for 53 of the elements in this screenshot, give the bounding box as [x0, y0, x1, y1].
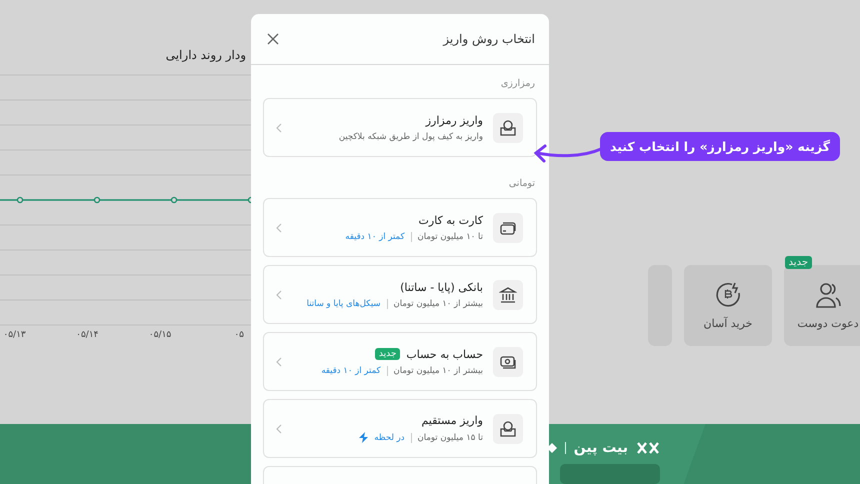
- method-card[interactable]: بانکی (پایا - ساتنا) بیشتر از ۱۰ میلیون تومان سیکل‌های پایا و ساتنا: [263, 265, 537, 324]
- inbox-coin-icon: [499, 420, 517, 438]
- action-label: خرید آسان: [704, 317, 752, 330]
- data-point: [94, 196, 100, 204]
- data-point: [16, 196, 24, 204]
- instruction-callout: گزینه «واریز رمزارز» را انتخاب کنید: [600, 132, 840, 161]
- axis-label: ۰۵: [233, 330, 244, 342]
- method-card[interactable]: حساب به حساب جدید بیشتر از ۱۰ میلیون تومان کمتر از ۱۰ دقیقه: [263, 332, 537, 391]
- people-icon: [814, 281, 842, 309]
- inbox-coin-icon: [499, 118, 517, 136]
- method-limit: بیشتر از ۱۰ میلیون تومان: [394, 298, 483, 308]
- method-card[interactable]: کارت به کارت تا ۱۰ میلیون تومان کمتر از ۱۰ دقیقه: [263, 198, 537, 257]
- action-card[interactable]: خرید آسان: [684, 265, 772, 346]
- method-title: واریز مستقیم: [421, 414, 483, 427]
- data-point: [170, 196, 178, 204]
- action-card[interactable]: دعوت دوست: [784, 265, 860, 346]
- bank-icon: [499, 286, 517, 304]
- section-heading: رمزارزی: [500, 78, 535, 89]
- close-icon[interactable]: [267, 33, 279, 45]
- method-speed: کمتر از ۱۰ دقیقه: [321, 366, 381, 376]
- method-title: حساب به حساب: [406, 348, 483, 360]
- method-speed: کمتر از ۱۰ دقیقه: [345, 232, 404, 242]
- chart-title: ودار روند دارایی: [166, 48, 246, 64]
- section-heading: تومانی: [508, 178, 535, 189]
- chevron-icon: [276, 122, 282, 132]
- method-title: بانکی (پایا - ساتنا): [400, 280, 483, 294]
- axis-label: ۰۵/۱۵: [148, 330, 172, 342]
- chevron-icon: [276, 290, 282, 300]
- method-title: کارت به کارت: [418, 214, 483, 226]
- action-label: دعوت دوست: [797, 317, 859, 330]
- method-limit: تا ۱۵ میلیون تومان: [418, 432, 483, 442]
- pointer-arrow: [533, 143, 603, 165]
- bitcoin-icon: [714, 281, 742, 309]
- lightning-icon: [359, 432, 368, 443]
- dialog-title: انتخاب روش واریز: [443, 32, 535, 46]
- chevron-icon: [276, 222, 282, 232]
- new-badge: جدید: [374, 348, 400, 360]
- chevron-icon: [276, 356, 282, 366]
- method-title: واریز رمزارز: [426, 114, 483, 126]
- method-card[interactable]: واریز رمزارز واریز به کیف پول از طریق شبکه بلاکچین: [263, 98, 537, 157]
- axis-label: ۰۵/۱۴: [75, 330, 98, 342]
- method-description: واریز به کیف پول از طریق شبکه بلاکچین: [338, 132, 483, 142]
- method-card[interactable]: واریز مستقیم تا ۱۵ میلیون تومان در لحظه: [263, 399, 537, 458]
- method-speed: سیکل‌های پایا و ساتنا: [306, 298, 381, 308]
- chevron-icon: [276, 424, 282, 434]
- axis-label: ۰۵/۱۳: [2, 330, 26, 342]
- logo-icon: [636, 442, 660, 454]
- new-badge: جدید: [784, 256, 812, 269]
- method-limit: تا ۱۰ میلیون تومان: [418, 232, 483, 242]
- brand-name: بیت پین: [574, 440, 628, 456]
- method-limit: بیشتر از ۱۰ میلیون تومان: [394, 366, 483, 376]
- banner-button[interactable]: [560, 464, 660, 484]
- method-speed: در لحظه: [374, 432, 404, 442]
